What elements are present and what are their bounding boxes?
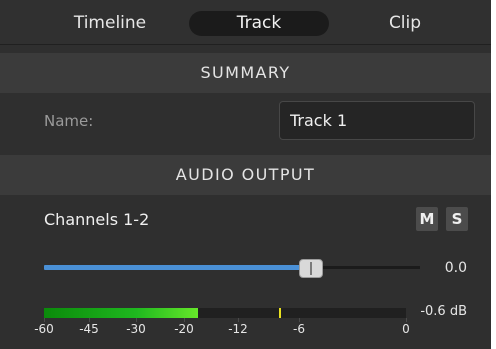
volume-slider-thumb[interactable] (298, 259, 323, 278)
meter-scale-tick-label: -20 (174, 322, 194, 336)
meter-scale-tick-label: -6 (293, 322, 305, 336)
meter-scale-tick-label: -45 (79, 322, 99, 336)
mute-button[interactable]: M (416, 207, 438, 231)
peak-level-readout: -0.6 dB (420, 304, 467, 319)
name-label: Name: (44, 112, 94, 130)
meter-scale: -60 -45 -30 -20 -12 -6 0 (34, 318, 410, 342)
level-meter-peak-marker (278, 308, 281, 318)
meter-scale-tick-label: 0 (402, 322, 410, 336)
track-inspector-panel: Timeline Track Clip SUMMARY Name: AUDIO … (0, 0, 491, 349)
track-name-input[interactable] (279, 101, 475, 140)
volume-value: 0.0 (444, 260, 467, 276)
meter-scale-tick-label: -60 (34, 322, 54, 336)
level-meter (44, 308, 406, 318)
volume-slider-fill (44, 265, 311, 270)
inspector-tab-bar: Timeline Track Clip (0, 0, 491, 45)
meter-scale-tick-label: -30 (126, 322, 146, 336)
tab-track[interactable]: Track (189, 11, 329, 36)
level-meter-fill (44, 308, 198, 318)
tab-timeline[interactable]: Timeline (50, 11, 170, 36)
summary-section-header: SUMMARY (0, 53, 491, 93)
meter-scale-tick-label: -12 (228, 322, 248, 336)
channels-label: Channels 1-2 (44, 210, 150, 229)
audio-output-section-header: AUDIO OUTPUT (0, 155, 491, 195)
solo-button[interactable]: S (446, 207, 468, 231)
volume-slider[interactable] (44, 258, 420, 278)
tab-clip[interactable]: Clip (350, 11, 460, 36)
